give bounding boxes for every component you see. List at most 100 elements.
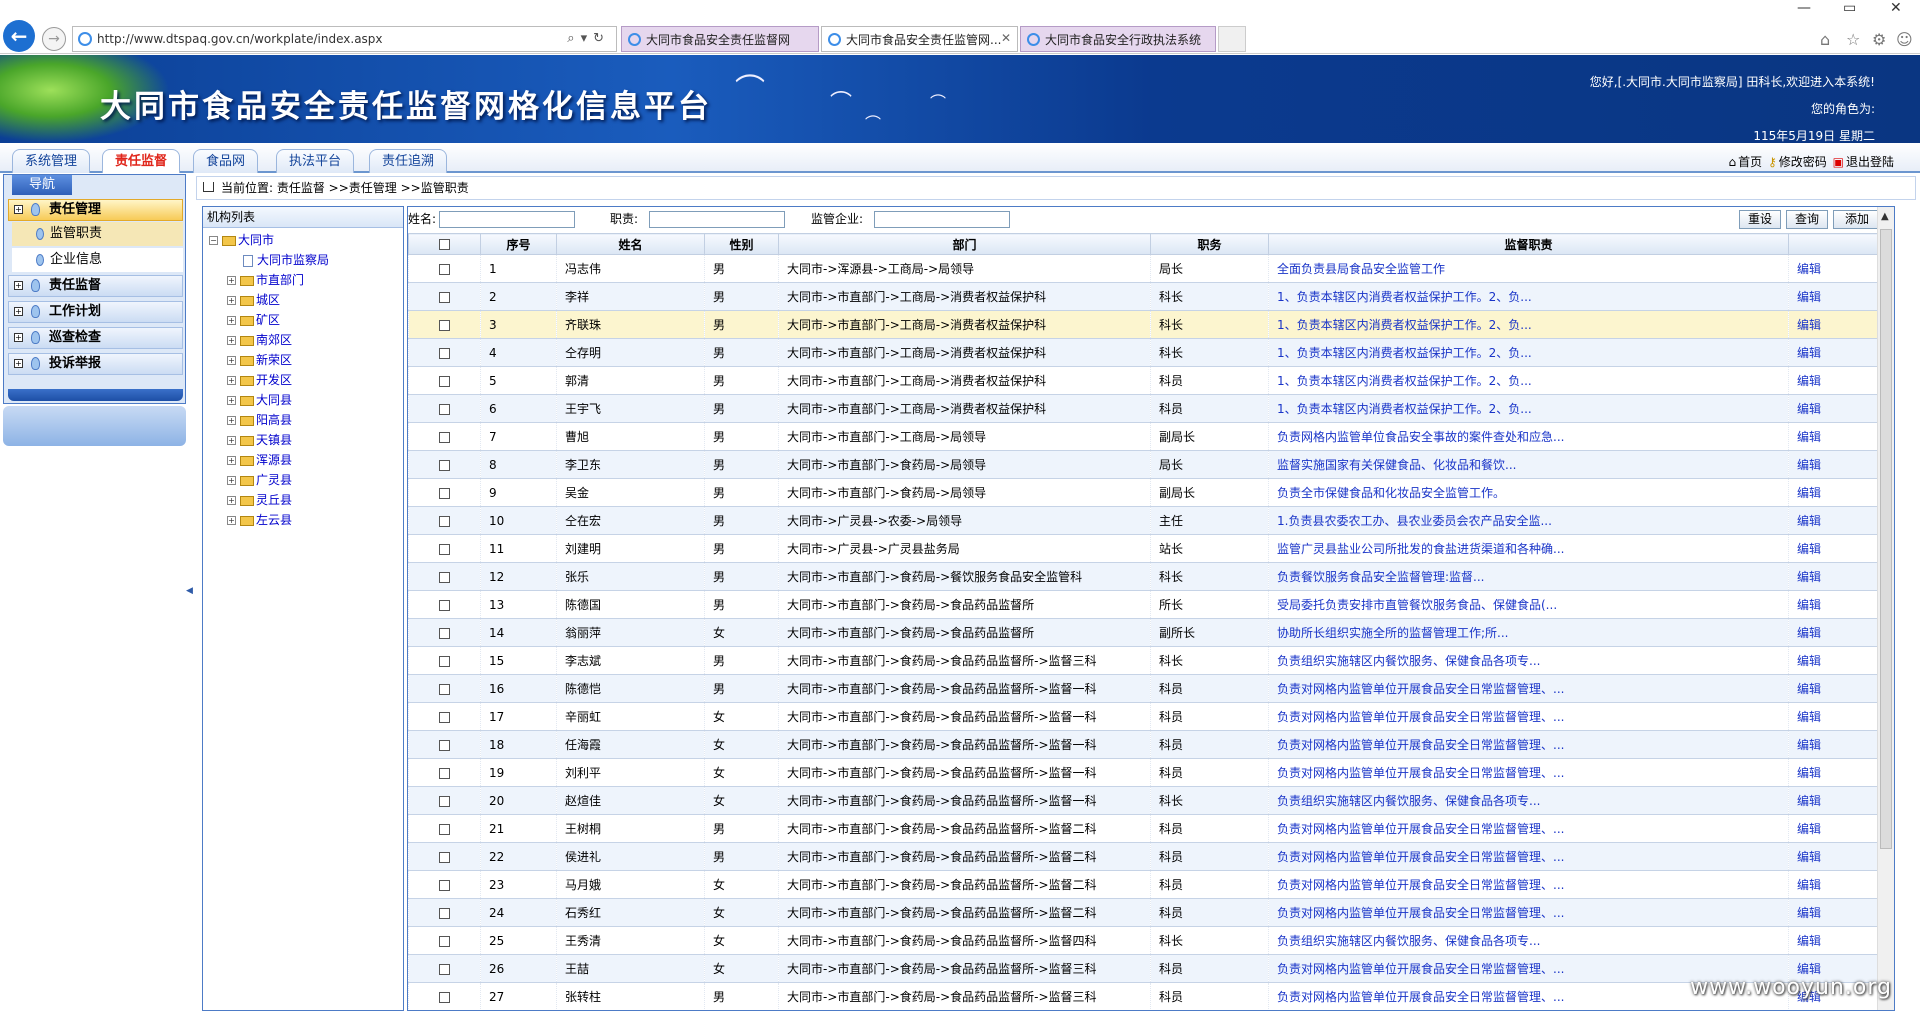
nav-group-responsibility-management[interactable]: + 责任管理 (8, 199, 183, 221)
row-checkbox[interactable] (439, 571, 450, 583)
duty-summary-cell[interactable]: 负责对网格内监管单位开展食品安全日常监督管理、... (1268, 758, 1789, 787)
table-row[interactable]: 17 辛丽虹女大同市->市直部门->食药局->食品药品监督所->监督一科 科员 负责对… (408, 702, 1894, 731)
row-select-cell[interactable] (408, 338, 481, 367)
row-select-cell[interactable] (408, 758, 481, 787)
duty-summary-cell[interactable]: 负责网格内监管单位食品安全事故的案件查处和应急... (1268, 422, 1789, 451)
duty-summary-cell[interactable]: 负责组织实施辖区内餐饮服务、保健食品各项专... (1268, 646, 1789, 675)
scroll-up-icon[interactable]: ▲ (1881, 211, 1889, 222)
duty-summary-cell[interactable]: 1、负责本辖区内消费者权益保护工作。2、负... (1268, 394, 1789, 423)
tree-node[interactable]: + 左云县 (227, 511, 292, 529)
row-checkbox[interactable] (439, 655, 450, 667)
row-select-cell[interactable] (408, 982, 481, 1010)
row-checkbox[interactable] (439, 515, 450, 527)
table-row[interactable]: 13 陈德国男大同市->市直部门->食药局->食品药品监督所 所长 受局委托负责安排市… (408, 590, 1894, 619)
row-checkbox[interactable] (439, 319, 450, 331)
row-checkbox[interactable] (439, 851, 450, 863)
table-row[interactable]: 10 仝在宏男大同市->广灵县->农委->局领导 主任 1.负责县农委农工办、县农业委… (408, 506, 1894, 535)
table-row[interactable]: 9 吴金男大同市->市直部门->食药局->局领导 副局长 负责全市保健食品和化妆品安全… (408, 478, 1894, 507)
table-row[interactable]: 11 刘建明男大同市->广灵县->广灵县盐务局 站长 监管广灵县盐业公司所批发的食盐进… (408, 534, 1894, 563)
row-checkbox[interactable] (439, 487, 450, 499)
tab-traceability[interactable]: 责任追溯 (369, 149, 448, 173)
row-checkbox[interactable] (439, 739, 450, 751)
tree-node[interactable]: + 灵丘县 (227, 491, 292, 509)
table-row[interactable]: 24 石秀红女大同市->市直部门->食药局->食品药品监督所->监督二科 科员 负责对… (408, 898, 1894, 927)
tab-food-network[interactable]: 食品网 (193, 149, 259, 173)
row-checkbox[interactable] (439, 963, 450, 975)
row-select-cell[interactable] (408, 618, 481, 647)
tree-node[interactable]: + 城区 (227, 291, 280, 309)
table-row[interactable]: 14 翁丽萍女大同市->市直部门->食药局->食品药品监督所 副所长 协助所长组织实施… (408, 618, 1894, 647)
row-select-cell[interactable] (408, 366, 481, 395)
nav-group-work-plan[interactable]: + 工作计划 (8, 301, 183, 323)
row-checkbox[interactable] (439, 991, 450, 1003)
row-select-cell[interactable] (408, 702, 481, 731)
tree-node[interactable]: + 广灵县 (227, 471, 292, 489)
table-row[interactable]: 1 冯志伟男大同市->浑源县->工商局->局领导 局长 全面负责县局食品安全监管工作编… (408, 254, 1894, 283)
row-select-cell[interactable] (408, 310, 481, 339)
forward-arrow-icon[interactable]: → (42, 27, 66, 51)
duty-summary-cell[interactable]: 全面负责县局食品安全监管工作 (1268, 254, 1789, 283)
duty-summary-cell[interactable]: 负责对网格内监管单位开展食品安全日常监督管理、... (1268, 842, 1789, 871)
row-select-cell[interactable] (408, 842, 481, 871)
duty-summary-cell[interactable]: 负责全市保健食品和化妆品安全监管工作。 (1268, 478, 1789, 507)
table-row[interactable]: 25 王秀清女大同市->市直部门->食药局->食品药品监督所->监督四科 科长 负责组… (408, 926, 1894, 955)
tree-node[interactable]: + 矿区 (227, 311, 280, 329)
expand-icon[interactable]: + (227, 316, 236, 325)
duty-summary-cell[interactable]: 负责组织实施辖区内餐饮服务、保健食品各项专... (1268, 786, 1789, 815)
nav-item-supervision-duties[interactable]: 监管职责 (12, 222, 183, 246)
change-password-link[interactable]: 修改密码 (1779, 155, 1827, 169)
duty-summary-cell[interactable]: 监管广灵县盐业公司所批发的食盐进货渠道和各种确... (1268, 534, 1789, 563)
nav-group-patrol-inspection[interactable]: + 巡查检查 (8, 327, 183, 349)
row-checkbox[interactable] (439, 907, 450, 919)
duty-summary-cell[interactable]: 负责对网格内监管单位开展食品安全日常监督管理、... (1268, 814, 1789, 843)
table-row[interactable]: 7 曹旭男大同市->市直部门->工商局->局领导 副局长 负责网格内监管单位食品安全事… (408, 422, 1894, 451)
table-row[interactable]: 16 陈德恺男大同市->市直部门->食药局->食品药品监督所->监督一科 科员 负责对… (408, 674, 1894, 703)
expand-icon[interactable]: + (14, 205, 23, 214)
row-checkbox[interactable] (439, 599, 450, 611)
expand-icon[interactable]: + (227, 516, 236, 525)
tab-enforcement-platform[interactable]: 执法平台 (276, 149, 355, 173)
home-icon[interactable]: ⌂ (1820, 30, 1830, 49)
table-row[interactable]: 6 王宇飞男大同市->市直部门->工商局->消费者权益保护科 科员 1、负责本辖区内消… (408, 394, 1894, 423)
row-checkbox[interactable] (439, 291, 450, 303)
table-row[interactable]: 26 王喆女大同市->市直部门->食药局->食品药品监督所->监督三科 科员 负责对网… (408, 954, 1894, 983)
row-checkbox[interactable] (439, 403, 450, 415)
tree-node[interactable]: + 天镇县 (227, 431, 292, 449)
expand-icon[interactable]: + (227, 496, 236, 505)
row-select-cell[interactable] (408, 422, 481, 451)
smiley-icon[interactable]: ☺ (1896, 30, 1913, 49)
duty-summary-cell[interactable]: 负责组织实施辖区内餐饮服务、保健食品各项专... (1268, 926, 1789, 955)
row-select-cell[interactable] (408, 814, 481, 843)
expand-icon[interactable]: + (14, 359, 23, 368)
row-checkbox[interactable] (439, 935, 450, 947)
table-row[interactable]: 21 王树桐男大同市->市直部门->食药局->食品药品监督所->监督二科 科员 负责对… (408, 814, 1894, 843)
row-checkbox[interactable] (439, 375, 450, 387)
row-checkbox[interactable] (439, 543, 450, 555)
tree-node[interactable]: + 市直部门 (227, 271, 304, 289)
vertical-scrollbar[interactable]: ▲ (1877, 207, 1894, 1010)
row-select-cell[interactable] (408, 786, 481, 815)
expand-icon[interactable]: + (227, 416, 236, 425)
table-row[interactable]: 23 马月娥女大同市->市直部门->食药局->食品药品监督所->监督二科 科员 负责对… (408, 870, 1894, 899)
home-link[interactable]: 首页 (1738, 155, 1762, 169)
row-checkbox[interactable] (439, 795, 450, 807)
row-select-cell[interactable] (408, 282, 481, 311)
duty-summary-cell[interactable]: 负责对网格内监管单位开展食品安全日常监督管理、... (1268, 870, 1789, 899)
collapse-icon[interactable]: − (209, 236, 218, 245)
minimize-icon[interactable]: — (1797, 0, 1811, 16)
table-row[interactable]: 4 仝存明男大同市->市直部门->工商局->消费者权益保护科 科长 1、负责本辖区内消… (408, 338, 1894, 367)
scrollbar-thumb[interactable] (1880, 229, 1892, 849)
logout-link[interactable]: 退出登陆 (1846, 155, 1894, 169)
expand-icon[interactable]: + (227, 456, 236, 465)
row-checkbox[interactable] (439, 431, 450, 443)
duty-summary-cell[interactable]: 受局委托负责安排市直管餐饮服务食品、保健食品(... (1268, 590, 1789, 619)
expand-icon[interactable]: + (227, 296, 236, 305)
duty-summary-cell[interactable]: 1、负责本辖区内消费者权益保护工作。2、负... (1268, 282, 1789, 311)
table-row[interactable]: 15 李志斌男大同市->市直部门->食药局->食品药品监督所->监督三科 科长 负责组… (408, 646, 1894, 675)
row-select-cell[interactable] (408, 450, 481, 479)
table-row[interactable]: 12 张乐男大同市->市直部门->食药局->餐饮服务食品安全监管科 科长 负责餐饮服务… (408, 562, 1894, 591)
table-row[interactable]: 5 郭清男大同市->市直部门->工商局->消费者权益保护科 科员 1、负责本辖区内消费… (408, 366, 1894, 395)
duty-summary-cell[interactable]: 1、负责本辖区内消费者权益保护工作。2、负... (1268, 310, 1789, 339)
restore-icon[interactable]: ▭ (1843, 0, 1856, 16)
duty-summary-cell[interactable]: 协助所长组织实施全所的监督管理工作;所... (1268, 618, 1789, 647)
